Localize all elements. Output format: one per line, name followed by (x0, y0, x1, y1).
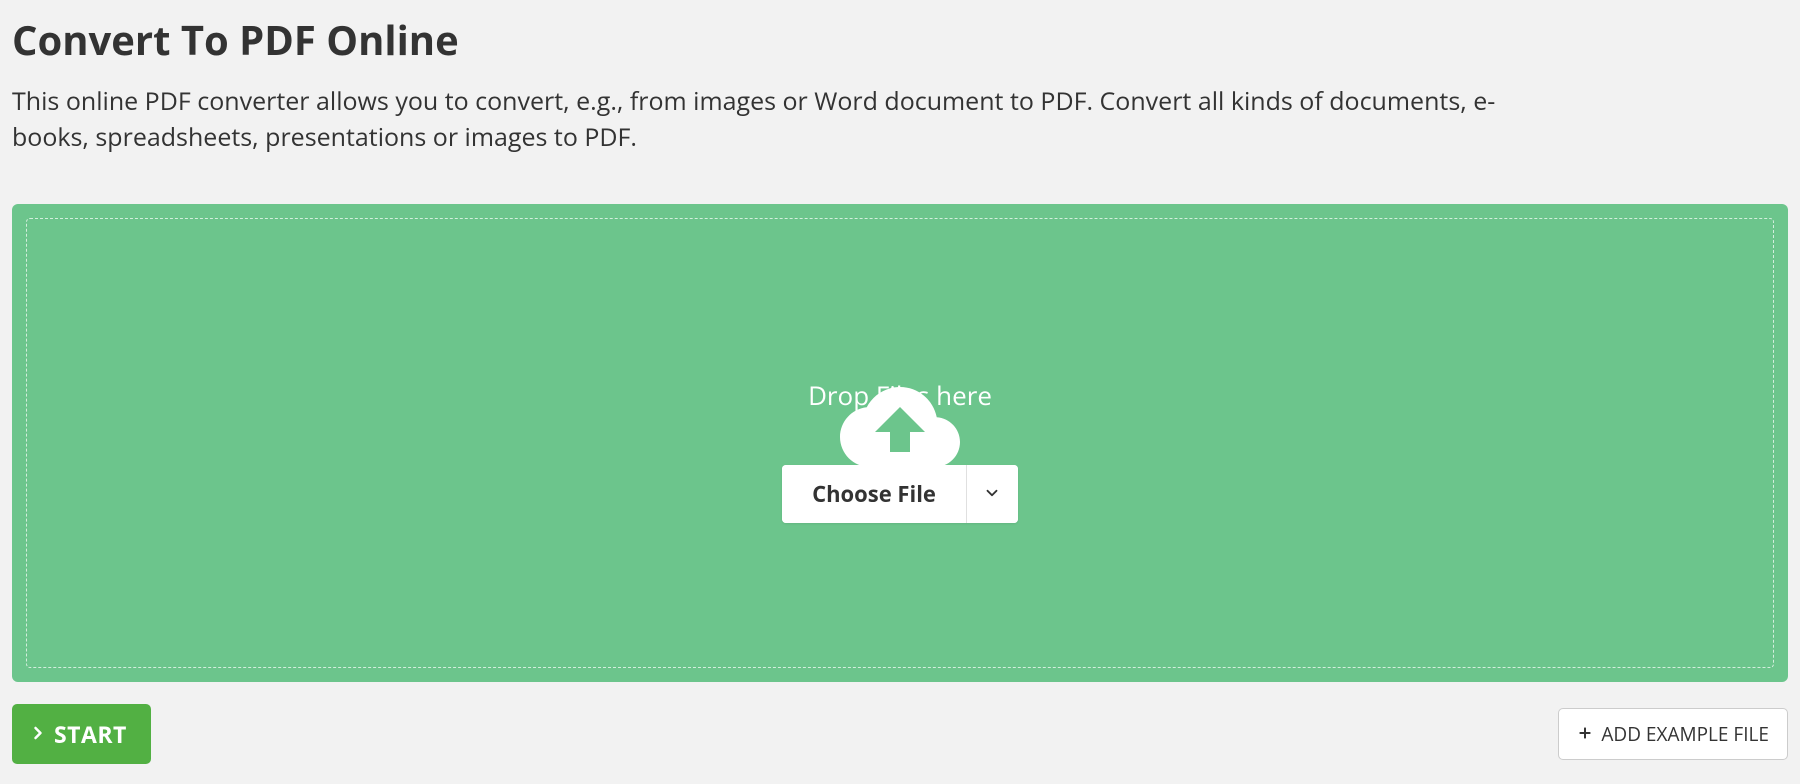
start-button[interactable]: START (12, 704, 151, 764)
dropzone-inner: Drop Files here Choose File (26, 218, 1774, 668)
chevron-right-icon (28, 718, 48, 750)
page-description: This online PDF converter allows you to … (12, 83, 1572, 156)
chevron-down-icon (983, 484, 1001, 505)
file-dropzone[interactable]: Drop Files here Choose File (12, 204, 1788, 682)
page-title: Convert To PDF Online (12, 12, 1788, 67)
action-row: START ADD EXAMPLE FILE (12, 704, 1788, 764)
add-example-label: ADD EXAMPLE FILE (1601, 721, 1769, 747)
add-example-file-button[interactable]: ADD EXAMPLE FILE (1558, 708, 1788, 760)
start-button-label: START (54, 718, 127, 750)
plus-icon (1577, 721, 1593, 747)
